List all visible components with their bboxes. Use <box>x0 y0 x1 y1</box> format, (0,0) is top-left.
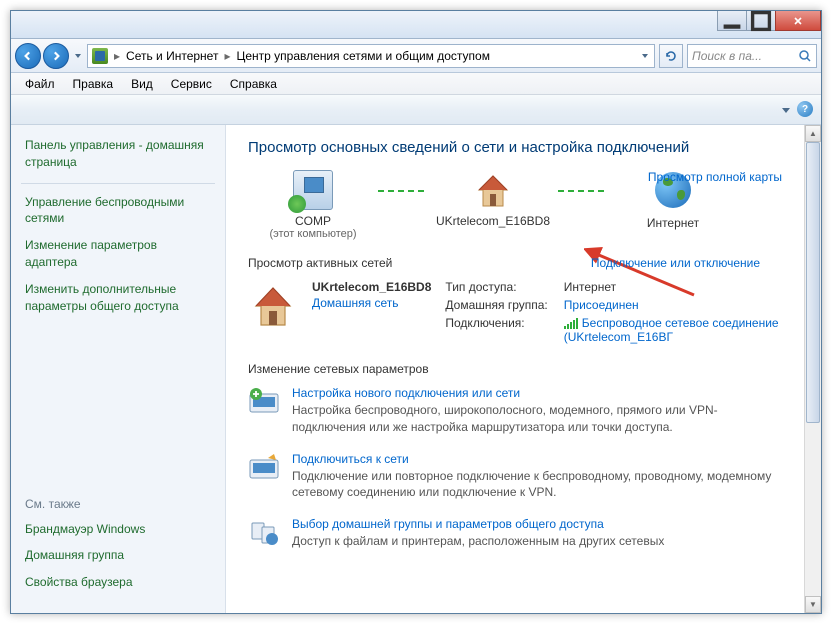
map-node-network[interactable]: UKrtelecom_E16BD8 <box>428 170 558 228</box>
search-icon <box>798 49 812 63</box>
sidebar-link-wireless[interactable]: Управление беспроводными сетями <box>25 194 211 228</box>
titlebar <box>11 11 821 39</box>
prop-access-value: Интернет <box>564 280 782 294</box>
connect-network-icon <box>248 452 280 484</box>
new-connection-icon <box>248 386 280 418</box>
search-input[interactable]: Поиск в па... <box>687 44 817 68</box>
help-button[interactable]: ? <box>797 101 813 117</box>
task-connect-network: Подключиться к сети Подключение или повт… <box>248 452 782 502</box>
computer-icon <box>293 170 333 210</box>
sidebar-home-link[interactable]: Панель управления - домашняя страница <box>25 137 211 171</box>
page-title: Просмотр основных сведений о сети и наст… <box>248 139 782 156</box>
menu-service[interactable]: Сервис <box>163 75 220 93</box>
task-desc: Подключение или повторное подключение к … <box>292 468 782 502</box>
task-desc: Доступ к файлам и принтерам, расположенн… <box>292 533 664 550</box>
network-properties: Тип доступа: Интернет Домашняя группа: П… <box>445 280 782 344</box>
task-link[interactable]: Настройка нового подключения или сети <box>292 386 782 400</box>
menu-file[interactable]: Файл <box>17 75 63 93</box>
toolbar-dropdown-icon[interactable] <box>781 105 791 115</box>
content-body: Панель управления - домашняя страница Уп… <box>11 125 821 613</box>
task-homegroup: Выбор домашней группы и параметров общег… <box>248 517 782 550</box>
scroll-thumb[interactable] <box>806 142 820 423</box>
task-desc: Настройка беспроводного, широкополосного… <box>292 402 782 436</box>
breadcrumb-sep: ▸ <box>224 49 230 63</box>
connect-disconnect-link[interactable]: Подключение или отключение <box>591 256 760 270</box>
sidebar-link-browser[interactable]: Свойства браузера <box>25 574 211 591</box>
breadcrumb-part[interactable]: Сеть и Интернет <box>126 49 218 63</box>
menubar: Файл Правка Вид Сервис Справка <box>11 73 821 95</box>
back-button[interactable] <box>15 43 41 69</box>
task-link[interactable]: Подключиться к сети <box>292 452 782 466</box>
sidebar-link-homegroup[interactable]: Домашняя группа <box>25 547 211 564</box>
scroll-track[interactable] <box>805 142 821 596</box>
map-node-computer[interactable]: COMP (этот компьютер) <box>248 170 378 240</box>
refresh-button[interactable] <box>659 44 683 68</box>
sidebar-link-sharing[interactable]: Изменить дополнительные параметры общего… <box>25 281 211 315</box>
address-bar[interactable]: ▸ Сеть и Интернет ▸ Центр управления сет… <box>87 44 655 68</box>
toolbar: ? <box>11 95 821 125</box>
network-name: UKrtelecom_E16BD8 <box>312 280 431 294</box>
active-network-row: UKrtelecom_E16BD8 Домашняя сеть Тип дост… <box>248 280 782 344</box>
search-placeholder: Поиск в па... <box>692 49 762 63</box>
window-controls <box>718 11 821 31</box>
prop-connections-link[interactable]: Беспроводное сетевое соединение (UKrtele… <box>564 316 782 344</box>
map-connector <box>558 190 608 192</box>
maximize-button[interactable] <box>746 11 776 31</box>
window: ▸ Сеть и Интернет ▸ Центр управления сет… <box>10 10 822 614</box>
close-button[interactable] <box>775 11 821 31</box>
sidebar-link-firewall[interactable]: Брандмауэр Windows <box>25 521 211 538</box>
homegroup-icon <box>248 517 280 549</box>
breadcrumb-part[interactable]: Центр управления сетями и общим доступом <box>236 49 490 63</box>
task-link[interactable]: Выбор домашней группы и параметров общег… <box>292 517 664 531</box>
breadcrumb-sep: ▸ <box>114 49 120 63</box>
scroll-down-button[interactable]: ▼ <box>805 596 821 613</box>
minimize-button[interactable] <box>717 11 747 31</box>
main-content: Просмотр основных сведений о сети и наст… <box>226 125 804 613</box>
sidebar-seealso: См. также <box>25 497 211 511</box>
sidebar: Панель управления - домашняя страница Уп… <box>11 125 226 613</box>
sidebar-separator <box>21 183 215 184</box>
sidebar-link-adapter[interactable]: Изменение параметров адаптера <box>25 237 211 271</box>
change-settings-title: Изменение сетевых параметров <box>248 362 782 376</box>
network-map: COMP (этот компьютер) UKrtelecom_E16BD8 … <box>248 170 782 240</box>
address-dropdown-icon[interactable] <box>640 51 650 61</box>
map-connector <box>378 190 428 192</box>
home-network-icon <box>248 280 298 333</box>
full-map-link[interactable]: Просмотр полной карты <box>648 170 782 184</box>
menu-view[interactable]: Вид <box>123 75 161 93</box>
scroll-up-button[interactable]: ▲ <box>805 125 821 142</box>
task-new-connection: Настройка нового подключения или сети На… <box>248 386 782 436</box>
prop-connections-label: Подключения: <box>445 316 547 330</box>
control-panel-icon <box>92 48 108 64</box>
menu-help[interactable]: Справка <box>222 75 285 93</box>
signal-bars-icon <box>564 318 578 329</box>
vertical-scrollbar[interactable]: ▲ ▼ <box>804 125 821 613</box>
prop-homegroup-link[interactable]: Присоединен <box>564 298 782 312</box>
history-dropdown-icon[interactable] <box>73 51 83 61</box>
prop-homegroup-label: Домашняя группа: <box>445 298 547 312</box>
prop-access-label: Тип доступа: <box>445 280 547 294</box>
navbar: ▸ Сеть и Интернет ▸ Центр управления сет… <box>11 39 821 73</box>
home-network-icon <box>473 170 513 210</box>
network-type-link[interactable]: Домашняя сеть <box>312 296 431 310</box>
menu-edit[interactable]: Правка <box>65 75 122 93</box>
forward-button[interactable] <box>43 43 69 69</box>
